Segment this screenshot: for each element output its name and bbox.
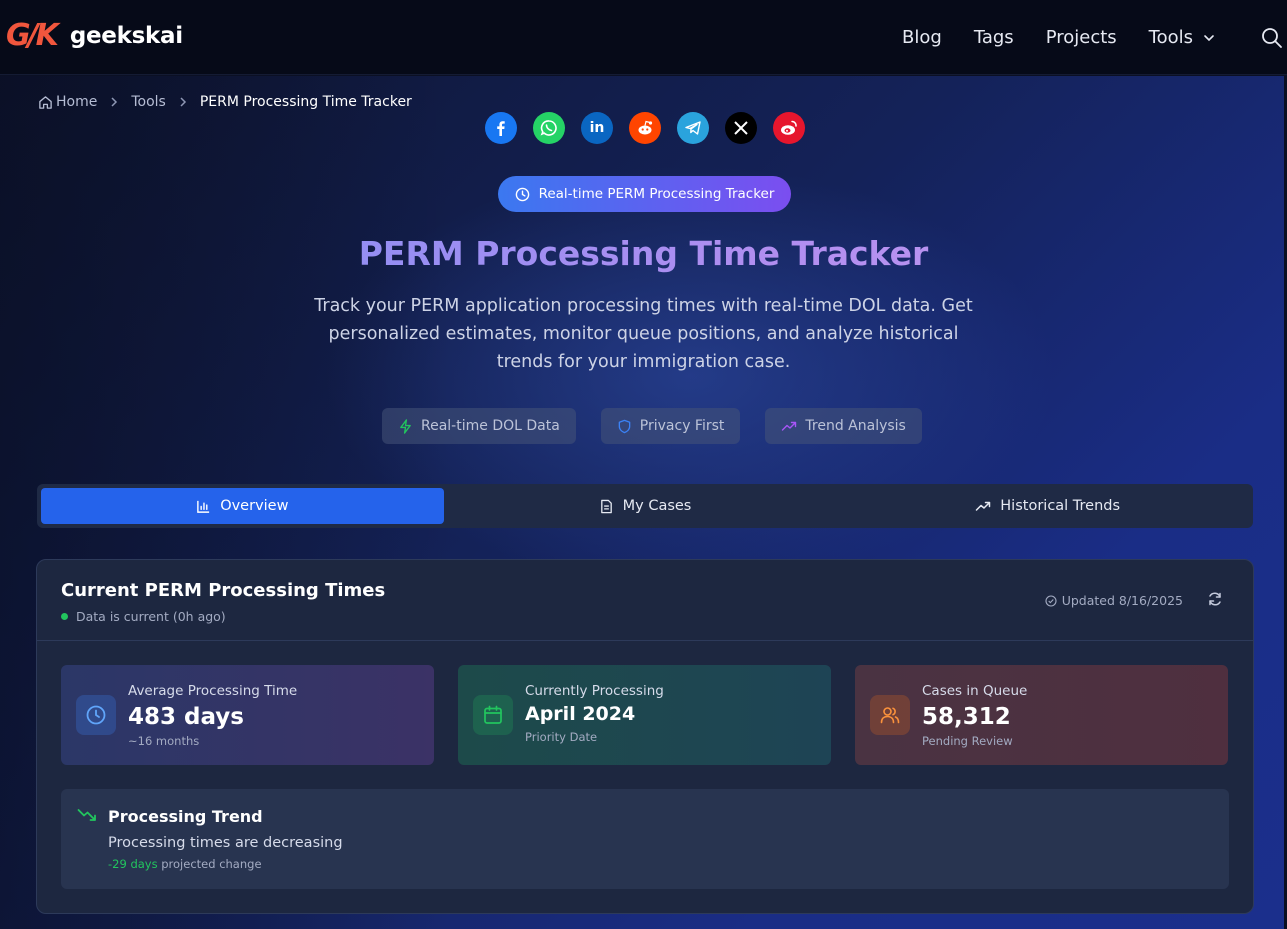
whatsapp-share-button[interactable] <box>533 112 565 144</box>
facebook-share-button[interactable] <box>485 112 517 144</box>
weibo-share-button[interactable] <box>773 112 805 144</box>
nav-links: Blog Tags Projects Tools <box>902 0 1287 75</box>
page-description: Track your PERM application processing t… <box>314 296 973 372</box>
tab-my-cases-label: My Cases <box>622 498 692 514</box>
breadcrumb-home[interactable]: Home <box>38 94 97 110</box>
stat-label: Currently Processing <box>525 683 664 699</box>
tab-historical-trends-label: Historical Trends <box>1000 498 1121 514</box>
updated-timestamp: Updated 8/16/2025 <box>1045 593 1183 608</box>
status-dot <box>61 613 68 620</box>
tab-historical-trends[interactable]: Historical Trends <box>846 488 1249 524</box>
nav-link-tools[interactable]: Tools <box>1149 27 1215 48</box>
reddit-icon <box>638 120 653 135</box>
stat-icon-wrap <box>76 695 116 735</box>
users-icon <box>880 707 900 724</box>
stat-icon-wrap <box>870 695 910 735</box>
linkedin-share-button[interactable]: in <box>581 112 613 144</box>
realtime-pill: Real-time PERM Processing Tracker <box>498 176 791 212</box>
facebook-icon <box>497 121 505 136</box>
search-icon[interactable] <box>1261 27 1283 49</box>
breadcrumb-tools[interactable]: Tools <box>131 94 166 110</box>
stat-icon-wrap <box>473 695 513 735</box>
trending-up-icon <box>976 501 991 511</box>
check-circle-icon <box>1045 594 1057 607</box>
x-share-button[interactable] <box>725 112 757 144</box>
page-title: PERM Processing Time Tracker <box>0 234 1287 273</box>
stat-sub: ~16 months <box>128 734 200 748</box>
stat-label: Cases in Queue <box>922 683 1028 699</box>
data-status-label: Data is current (0h ago) <box>76 609 226 624</box>
trend-description: Processing times are decreasing <box>108 835 343 851</box>
navbar: G/K geekskai Blog Tags Projects Tools <box>0 0 1287 75</box>
processing-trend-panel: Processing Trend Processing times are de… <box>61 789 1229 889</box>
breadcrumb: Home Tools PERM Processing Time Tracker <box>38 94 412 110</box>
trending-down-icon <box>77 809 96 821</box>
breadcrumb-home-label: Home <box>56 94 98 110</box>
nav-link-projects[interactable]: Projects <box>1046 27 1117 48</box>
badge-trend-analysis-label: Trend Analysis <box>805 418 906 434</box>
card-header: Current PERM Processing Times Data is cu… <box>37 560 1253 641</box>
weibo-icon <box>781 120 797 135</box>
logo-mark: G/K <box>6 18 59 53</box>
reddit-share-button[interactable] <box>629 112 661 144</box>
tab-overview[interactable]: Overview <box>41 488 444 524</box>
trend-projected-change: -29 days projected change <box>108 857 262 871</box>
clock-icon <box>86 705 106 725</box>
tab-my-cases[interactable]: My Cases <box>444 488 847 524</box>
chevron-right-icon <box>111 97 118 107</box>
trend-change-label: projected change <box>157 857 262 871</box>
tab-overview-label: Overview <box>220 498 289 514</box>
calendar-icon <box>484 705 502 724</box>
logo[interactable]: G/K geekskai <box>6 18 183 53</box>
document-icon <box>600 499 612 513</box>
badge-trend-analysis: Trend Analysis <box>765 408 922 444</box>
hero-section: Home Tools PERM Processing Time Tracker … <box>0 76 1287 929</box>
brand-name: geekskai <box>69 22 183 49</box>
chevron-down-icon <box>1204 34 1214 41</box>
data-status: Data is current (0h ago) <box>61 609 226 624</box>
linkedin-icon: in <box>589 120 605 136</box>
feature-badges: Real-time DOL Data Privacy First Trend A… <box>382 408 947 444</box>
shield-icon <box>618 419 631 433</box>
telegram-icon <box>685 121 701 135</box>
tab-bar: Overview My Cases Historical Trends <box>37 484 1253 528</box>
stat-value: April 2024 <box>525 703 636 725</box>
stat-average-processing-time: Average Processing Time 483 days ~16 mon… <box>61 665 434 765</box>
nav-link-tools-label: Tools <box>1148 27 1193 48</box>
card-title: Current PERM Processing Times <box>61 580 386 601</box>
whatsapp-icon <box>540 120 557 136</box>
realtime-pill-label: Real-time PERM Processing Tracker <box>538 186 775 202</box>
stat-currently-processing: Currently Processing April 2024 Priority… <box>458 665 831 765</box>
badge-realtime-data: Real-time DOL Data <box>382 408 576 444</box>
stat-label: Average Processing Time <box>128 683 298 699</box>
bar-chart-icon <box>197 500 210 513</box>
updated-label: Updated 8/16/2025 <box>1061 593 1183 608</box>
telegram-share-button[interactable] <box>677 112 709 144</box>
share-buttons: in <box>485 112 821 144</box>
trending-up-icon <box>782 421 797 431</box>
badge-privacy-label: Privacy First <box>639 418 725 434</box>
lightning-icon <box>400 418 411 434</box>
stat-value: 58,312 <box>922 704 1011 730</box>
clock-icon <box>515 187 529 201</box>
stat-sub: Priority Date <box>525 730 598 744</box>
trend-title: Processing Trend <box>108 807 263 826</box>
chevron-right-icon <box>180 97 186 107</box>
badge-privacy: Privacy First <box>600 408 741 444</box>
badge-realtime-data-label: Real-time DOL Data <box>421 418 560 434</box>
refresh-icon[interactable] <box>1207 591 1223 607</box>
processing-times-card: Current PERM Processing Times Data is cu… <box>36 559 1254 914</box>
nav-link-tags[interactable]: Tags <box>974 27 1014 48</box>
stat-sub: Pending Review <box>922 734 1013 748</box>
home-icon <box>39 95 52 109</box>
trend-change-value: -29 days <box>108 857 158 871</box>
x-icon <box>734 121 748 135</box>
breadcrumb-current: PERM Processing Time Tracker <box>199 94 412 110</box>
nav-link-blog[interactable]: Blog <box>902 27 942 48</box>
stat-cases-in-queue: Cases in Queue 58,312 Pending Review <box>855 665 1228 765</box>
stat-value: 483 days <box>128 704 244 730</box>
